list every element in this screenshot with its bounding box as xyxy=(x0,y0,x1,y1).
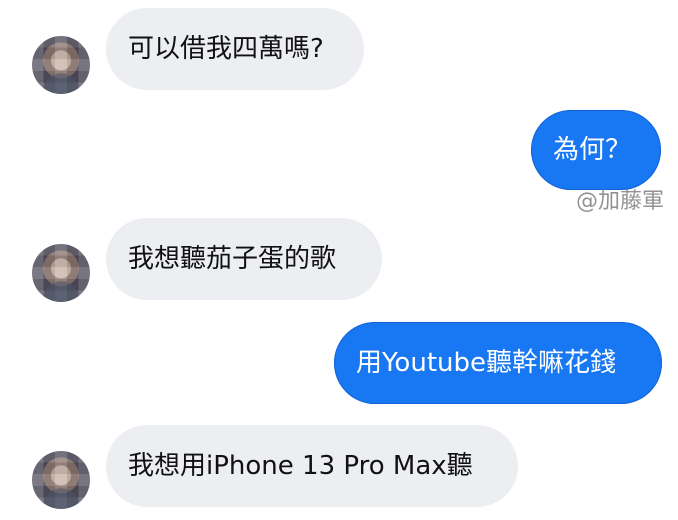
message-bubble-4: 用Youtube聽幹嘛花錢 xyxy=(334,322,662,404)
message-bubble-1: 可以借我四萬嗎? xyxy=(106,8,364,90)
message-text-2: 為何？ xyxy=(553,135,632,165)
message-text-5: 我想用iPhone 13 Pro Max聽 xyxy=(128,451,473,481)
message-text-4: 用Youtube聽幹嘛花錢 xyxy=(356,348,616,378)
message-bubble-2: 為何？ xyxy=(531,110,661,190)
avatar xyxy=(32,244,90,302)
message-bubble-5: 我想用iPhone 13 Pro Max聽 xyxy=(106,425,518,507)
message-bubble-3: 我想聽茄子蛋的歌 xyxy=(106,218,382,300)
avatar xyxy=(32,36,90,94)
watermark: @加藤軍 xyxy=(576,183,664,215)
message-text-3: 我想聽茄子蛋的歌 xyxy=(128,244,337,274)
watermark-text: @加藤軍 xyxy=(575,189,664,214)
avatar xyxy=(32,451,90,509)
message-text-1: 可以借我四萬嗎? xyxy=(128,34,324,64)
